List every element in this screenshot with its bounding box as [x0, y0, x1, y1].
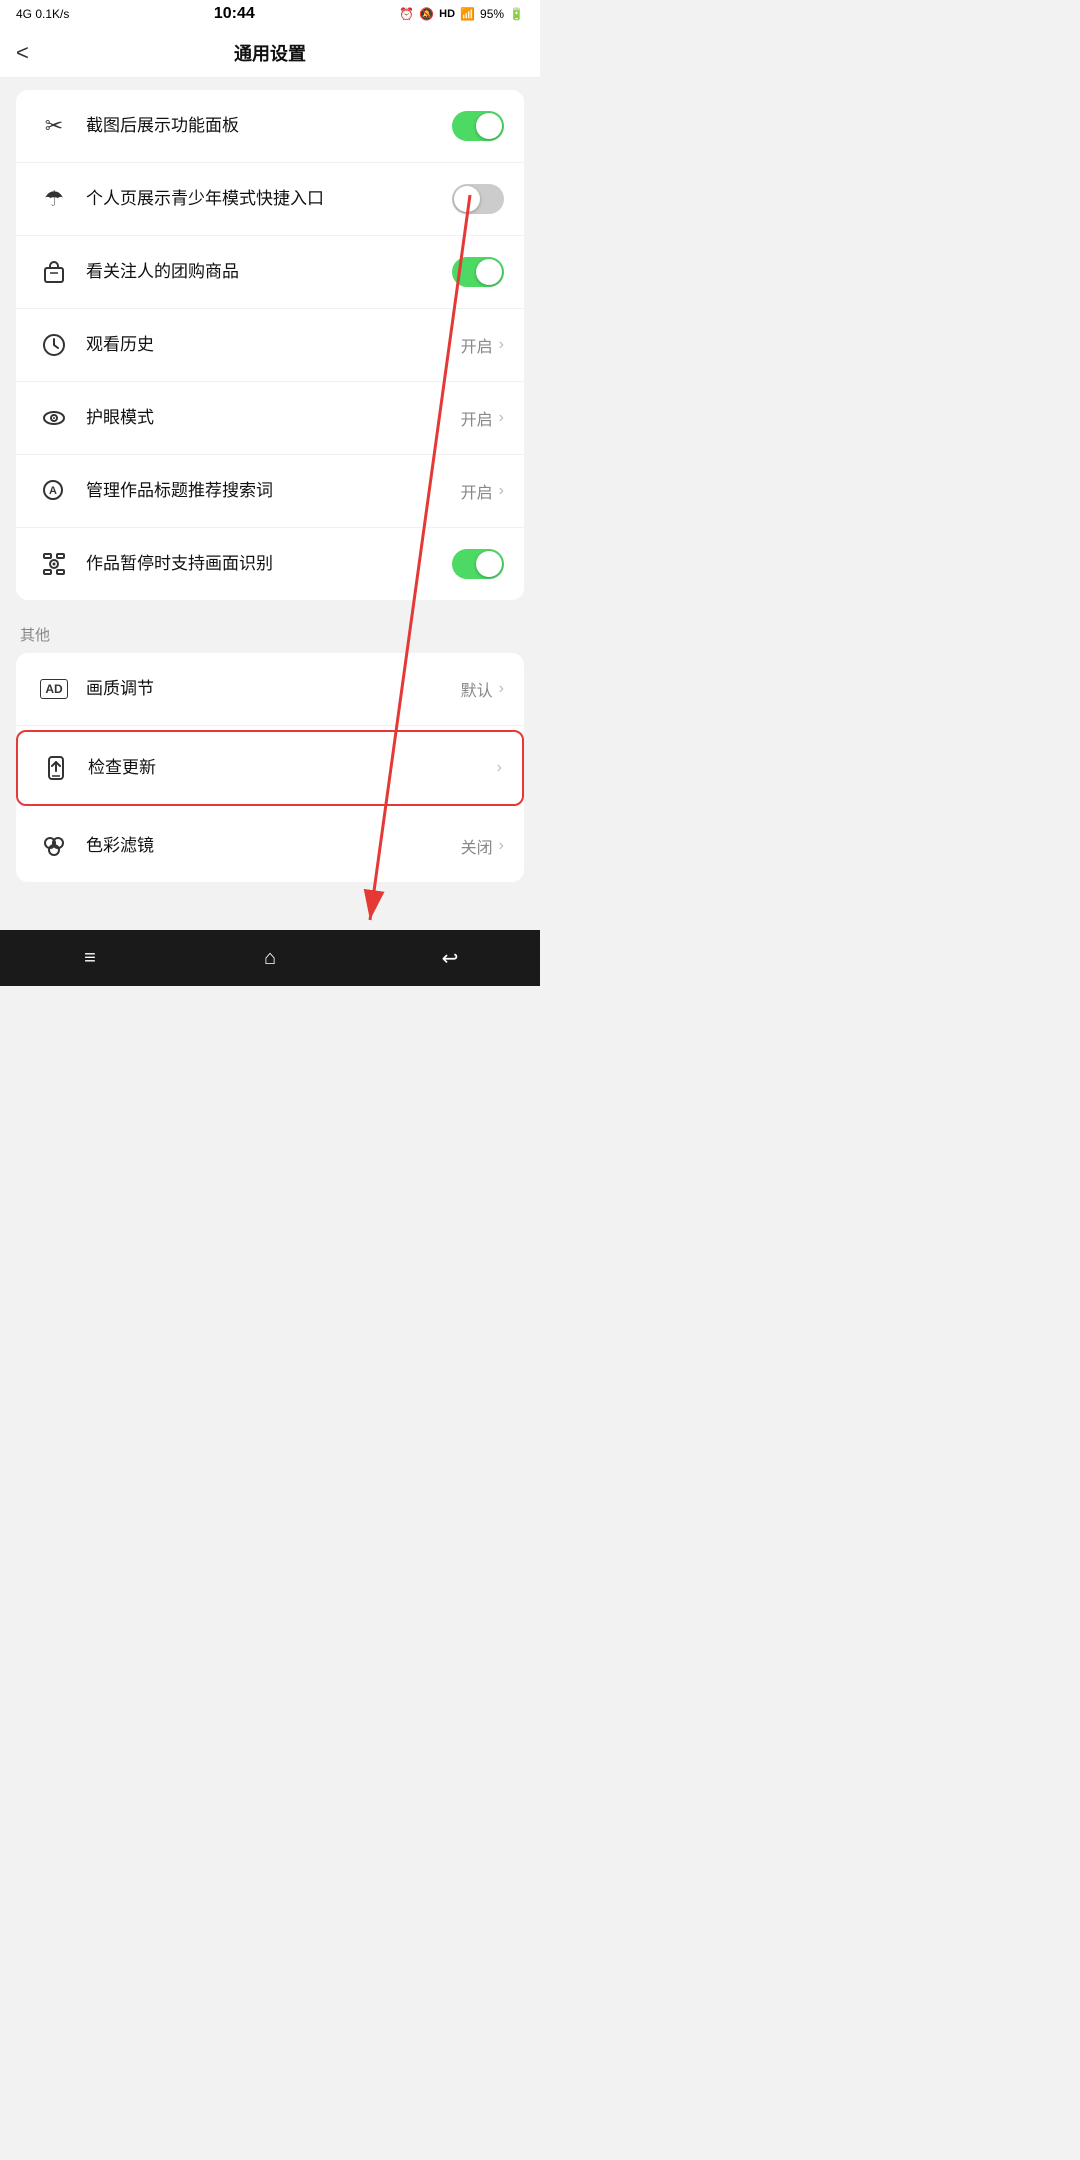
toggle-knob [476, 551, 502, 577]
bag-icon [36, 254, 72, 290]
scissors-icon: ✂ [36, 108, 72, 144]
chevron-icon: › [497, 759, 502, 777]
watch-history-value: 开启 [461, 333, 493, 357]
scan-icon [36, 546, 72, 582]
status-right: ⏰ 🔕 HD 📶 95% 🔋 [399, 7, 524, 21]
youth-mode-toggle[interactable] [452, 184, 504, 214]
status-left: 4G 0.1K/s [16, 7, 69, 21]
manage-search-label: 管理作品标题推荐搜索词 [86, 479, 461, 503]
chevron-icon: › [499, 680, 504, 698]
quality-row[interactable]: AD 画质调节 默认 › [16, 653, 524, 726]
color-filter-row[interactable]: 色彩滤镜 关闭 › [16, 810, 524, 882]
eye-icon [36, 400, 72, 436]
toggle-knob [454, 186, 480, 212]
manage-search-value: 开启 [461, 479, 493, 503]
image-recognition-label: 作品暂停时支持画面识别 [86, 552, 452, 576]
screenshot-panel-label: 截图后展示功能面板 [86, 114, 452, 138]
back-nav-button[interactable]: ↩ [420, 940, 480, 976]
other-section-label: 其他 [0, 616, 540, 653]
eye-protection-row[interactable]: 护眼模式 开启 › [16, 382, 524, 455]
menu-button[interactable]: ≡ [60, 940, 120, 976]
group-buy-toggle[interactable] [452, 257, 504, 287]
chevron-icon: › [499, 409, 504, 427]
color-filter-label: 色彩滤镜 [86, 834, 461, 858]
bell-icon: 🔕 [419, 7, 434, 21]
group-buy-row[interactable]: 看关注人的团购商品 [16, 236, 524, 309]
other-settings-card: AD 画质调节 默认 › 检查更新 › [16, 653, 524, 882]
clock-icon [36, 327, 72, 363]
manage-search-row[interactable]: A 管理作品标题推荐搜索词 开启 › [16, 455, 524, 528]
quality-value: 默认 [461, 677, 493, 701]
status-bar: 4G 0.1K/s 10:44 ⏰ 🔕 HD 📶 95% 🔋 [0, 0, 540, 28]
home-icon: ⌂ [264, 947, 276, 970]
toggle-knob [476, 113, 502, 139]
menu-icon: ≡ [84, 947, 96, 970]
screenshot-panel-row[interactable]: ✂ 截图后展示功能面板 [16, 90, 524, 163]
screenshot-panel-toggle[interactable] [452, 111, 504, 141]
wifi-icon: 📶 [460, 7, 475, 21]
battery-icon: 🔋 [509, 7, 524, 21]
ad-icon: AD [36, 671, 72, 707]
eye-protection-label: 护眼模式 [86, 406, 461, 430]
phone-up-icon [38, 750, 74, 786]
page-title: 通用设置 [234, 40, 306, 66]
hd-icon: HD [439, 8, 455, 20]
back-nav-icon: ↩ [442, 946, 459, 971]
check-update-label: 检查更新 [88, 756, 497, 780]
filter-icon [36, 828, 72, 864]
watch-history-row[interactable]: 观看历史 开启 › [16, 309, 524, 382]
color-filter-value: 关闭 [461, 834, 493, 858]
group-buy-label: 看关注人的团购商品 [86, 260, 452, 284]
youth-mode-label: 个人页展示青少年模式快捷入口 [86, 187, 452, 211]
youth-mode-row[interactable]: ☂ 个人页展示青少年模式快捷入口 [16, 163, 524, 236]
image-recognition-row[interactable]: 作品暂停时支持画面识别 [16, 528, 524, 600]
settings-content: ✂ 截图后展示功能面板 ☂ 个人页展示青少年模式快捷入口 [0, 78, 540, 910]
chevron-icon: › [499, 837, 504, 855]
signal-text: 4G 0.1K/s [16, 7, 69, 21]
eye-protection-value: 开启 [461, 406, 493, 430]
nav-bar: < 通用设置 [0, 28, 540, 78]
home-button[interactable]: ⌂ [240, 940, 300, 976]
battery-text: 95% [480, 7, 504, 21]
search-a-icon: A [36, 473, 72, 509]
alarm-icon: ⏰ [399, 7, 414, 21]
chevron-icon: › [499, 482, 504, 500]
bottom-nav-bar: ≡ ⌂ ↩ [0, 930, 540, 986]
back-button[interactable]: < [16, 40, 29, 66]
quality-label: 画质调节 [86, 677, 461, 701]
umbrella-icon: ☂ [36, 181, 72, 217]
check-update-row[interactable]: 检查更新 › [16, 730, 524, 806]
watch-history-label: 观看历史 [86, 333, 461, 357]
chevron-icon: › [499, 336, 504, 354]
image-recognition-toggle[interactable] [452, 549, 504, 579]
toggle-knob [476, 259, 502, 285]
svg-text:A: A [49, 485, 57, 497]
main-settings-card: ✂ 截图后展示功能面板 ☂ 个人页展示青少年模式快捷入口 [16, 90, 524, 600]
status-time: 10:44 [214, 5, 255, 23]
